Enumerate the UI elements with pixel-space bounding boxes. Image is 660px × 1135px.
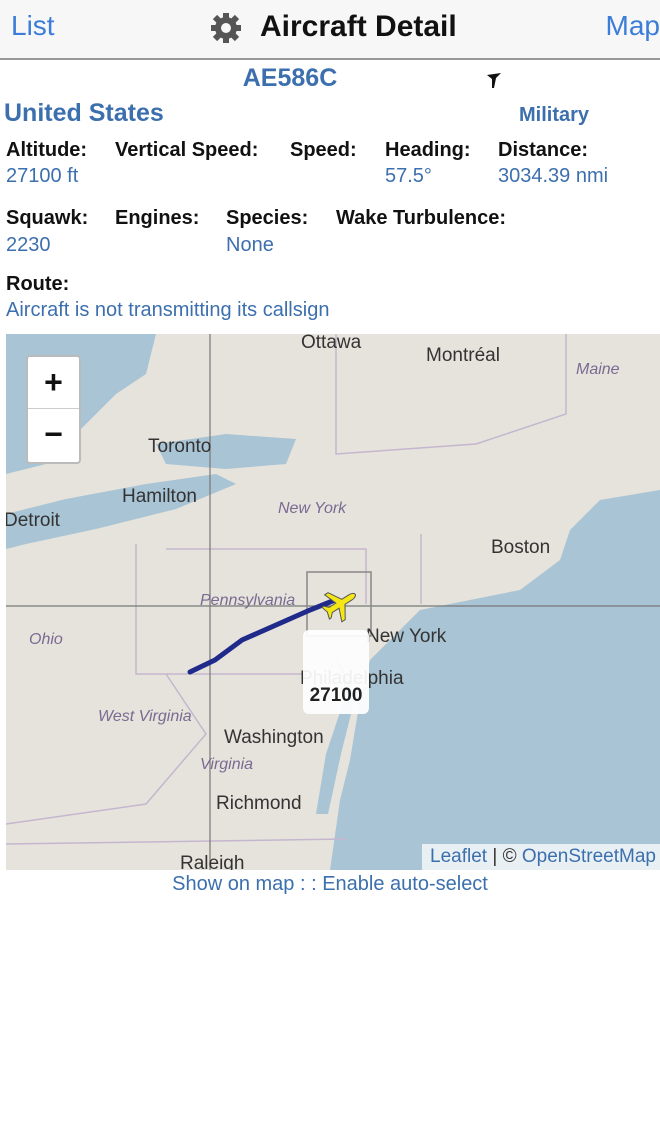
- state-label: New York: [278, 500, 347, 517]
- map-actions: Show on map : : Enable auto-select: [0, 873, 660, 896]
- squawk-label: Squawk:: [6, 207, 89, 229]
- leaflet-link[interactable]: Leaflet: [430, 846, 487, 867]
- category: Military: [519, 104, 590, 126]
- altitude-value: 27100 ft: [6, 165, 79, 187]
- city-label: Boston: [491, 537, 551, 558]
- zoom-in-button[interactable]: +: [28, 357, 79, 409]
- map[interactable]: Ottawa Montréal Toronto Hamilton Detroit…: [6, 334, 660, 870]
- state-label: Ohio: [29, 631, 63, 648]
- squawk-value: 2230: [6, 234, 51, 256]
- zoom-out-button[interactable]: −: [28, 409, 79, 461]
- heading-value: 57.5°: [385, 165, 432, 187]
- route-value: Aircraft is not transmitting its callsig…: [6, 299, 330, 321]
- aircraft-altitude-label: 27100: [303, 630, 369, 714]
- nav-bar: List Aircraft Detail Map: [0, 0, 660, 60]
- map-attribution: Leaflet | © OpenStreetMap: [422, 844, 660, 870]
- altitude-label: Altitude:: [6, 139, 88, 161]
- wake-turbulence-label: Wake Turbulence:: [336, 207, 507, 229]
- gear-icon[interactable]: [209, 11, 243, 45]
- species-label: Species:: [226, 207, 309, 229]
- attribution-separator: | ©: [487, 846, 522, 867]
- actions-separator: : :: [294, 873, 323, 895]
- map-button[interactable]: Map: [606, 10, 660, 42]
- aircraft-silhouette-icon: [487, 73, 501, 88]
- vertical-speed-label: Vertical Speed:: [115, 139, 259, 161]
- osm-link[interactable]: OpenStreetMap: [522, 846, 656, 867]
- city-label: Washington: [224, 727, 324, 748]
- country: United States: [4, 99, 164, 127]
- speed-label: Speed:: [290, 139, 357, 161]
- city-label: Raleigh: [180, 853, 245, 870]
- state-label: Virginia: [200, 756, 254, 773]
- enable-auto-select-link[interactable]: Enable auto-select: [322, 873, 488, 895]
- city-label: Hamilton: [122, 486, 197, 507]
- engines-label: Engines:: [115, 207, 200, 229]
- species-value: None: [226, 234, 274, 256]
- city-label: Ottawa: [301, 334, 362, 353]
- city-label: New York: [366, 626, 447, 647]
- city-label: Detroit: [6, 510, 60, 531]
- city-label: Richmond: [216, 793, 302, 814]
- distance-value: 3034.39 nmi: [498, 165, 609, 187]
- state-label: Pennsylvania: [200, 592, 296, 609]
- map-tiles: [6, 334, 660, 870]
- zoom-control: + −: [26, 355, 81, 464]
- route-label: Route:: [6, 273, 70, 295]
- state-label: Maine: [576, 361, 620, 378]
- state-label: West Virginia: [98, 708, 192, 725]
- show-on-map-link[interactable]: Show on map: [172, 873, 294, 895]
- city-label: Toronto: [148, 436, 212, 457]
- distance-label: Distance:: [498, 139, 589, 161]
- page-title: Aircraft Detail: [260, 10, 457, 43]
- heading-label: Heading:: [385, 139, 471, 161]
- list-button[interactable]: List: [11, 10, 55, 42]
- city-label: Montréal: [426, 345, 500, 366]
